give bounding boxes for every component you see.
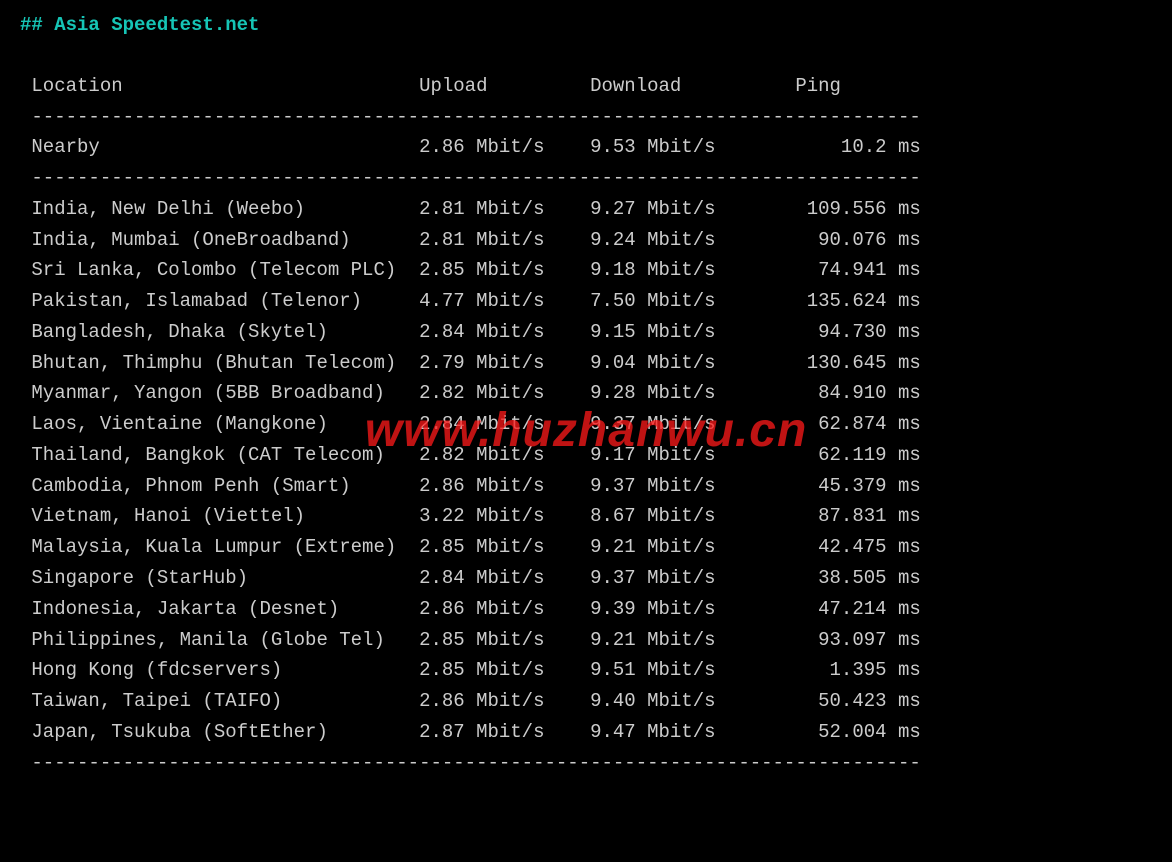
speedtest-table: Location Upload Download Ping ----------… (20, 71, 1152, 779)
section-title: ## Asia Speedtest.net (20, 10, 1152, 41)
